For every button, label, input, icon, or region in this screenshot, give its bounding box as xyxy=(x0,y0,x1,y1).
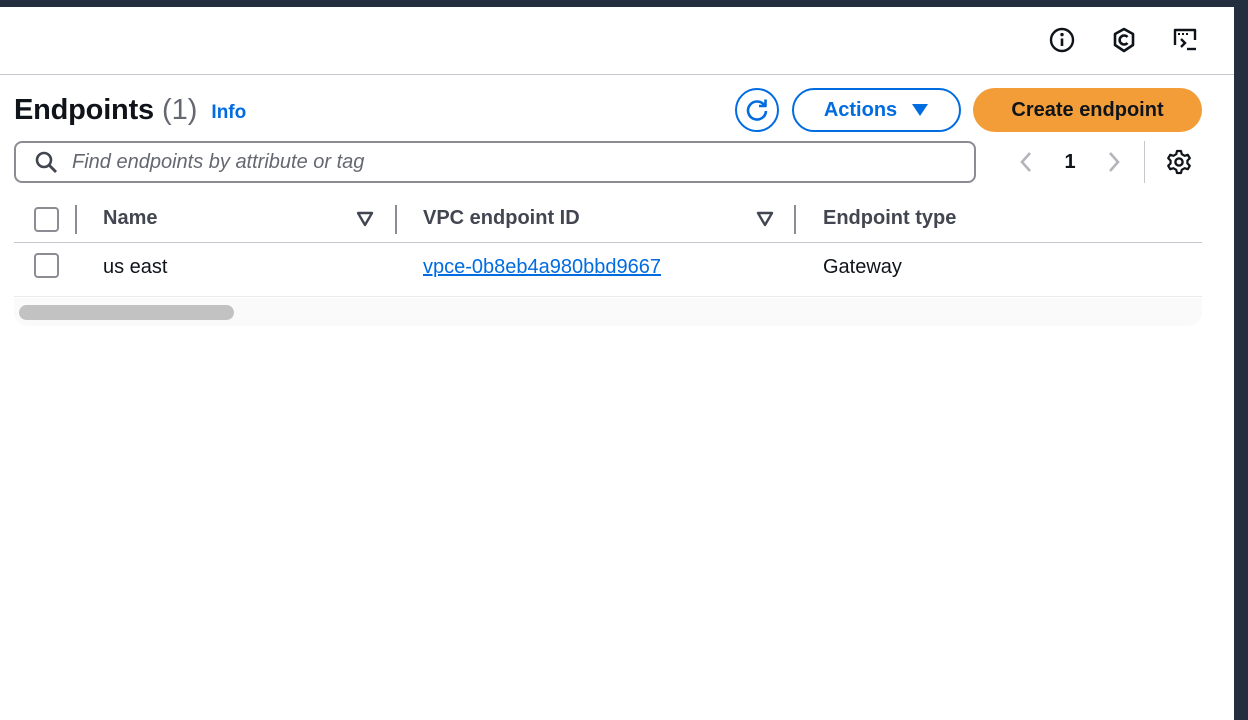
right-edge-rail xyxy=(1234,0,1248,720)
actions-button[interactable]: Actions xyxy=(792,88,961,132)
select-all-checkbox[interactable] xyxy=(34,207,59,232)
chevron-left-icon xyxy=(1020,152,1031,172)
refresh-button[interactable] xyxy=(735,88,779,132)
endpoints-table: Name VPC endpoint ID Endpoint type us ea… xyxy=(14,196,1202,297)
cell-name: us east xyxy=(103,256,168,278)
next-page-button[interactable] xyxy=(1100,148,1128,176)
page-header: Endpoints (1) Info xyxy=(14,88,246,132)
info-link[interactable]: Info xyxy=(211,102,246,124)
column-resizer[interactable] xyxy=(395,205,397,234)
cloudshell-icon[interactable] xyxy=(1171,26,1199,54)
search-bar xyxy=(14,141,976,183)
vpc-endpoint-id-link[interactable]: vpce-0b8eb4a980bbd9667 xyxy=(423,256,661,279)
info-icon[interactable] xyxy=(1048,26,1076,54)
sort-icon[interactable] xyxy=(755,209,775,229)
horizontal-scrollbar-thumb[interactable] xyxy=(19,305,234,320)
chevron-right-icon xyxy=(1109,152,1120,172)
actions-label: Actions xyxy=(823,98,898,121)
row-checkbox[interactable] xyxy=(34,253,59,278)
endpoint-count: (1) xyxy=(161,93,198,126)
page-number[interactable]: 1 xyxy=(1058,148,1082,176)
previous-page-button[interactable] xyxy=(1012,148,1040,176)
top-dark-bar xyxy=(0,0,1248,7)
refresh-icon xyxy=(746,99,768,121)
gear-icon xyxy=(1167,149,1191,175)
column-resizer[interactable] xyxy=(75,205,77,234)
table-row[interactable]: us east vpce-0b8eb4a980bbd9667 Gateway xyxy=(14,243,1202,297)
search-input[interactable] xyxy=(72,144,974,180)
table-header-row: Name VPC endpoint ID Endpoint type xyxy=(14,196,1202,243)
cell-endpoint-type: Gateway xyxy=(823,256,902,278)
create-endpoint-button[interactable]: Create endpoint xyxy=(973,88,1202,132)
search-icon xyxy=(35,151,57,173)
page-title: Endpoints xyxy=(14,93,154,126)
column-resizer[interactable] xyxy=(794,205,796,234)
caret-down-icon xyxy=(912,104,929,116)
pager-divider xyxy=(1144,141,1145,183)
column-header-name[interactable]: Name xyxy=(103,207,157,230)
create-endpoint-label: Create endpoint xyxy=(1011,98,1164,121)
table-preferences-button[interactable] xyxy=(1165,148,1193,176)
column-header-endpoint-type[interactable]: Endpoint type xyxy=(823,207,956,230)
sort-icon[interactable] xyxy=(355,209,375,229)
shield-icon[interactable] xyxy=(1110,26,1138,54)
column-header-vpc-endpoint-id[interactable]: VPC endpoint ID xyxy=(423,207,580,230)
utility-bar xyxy=(0,7,1234,75)
